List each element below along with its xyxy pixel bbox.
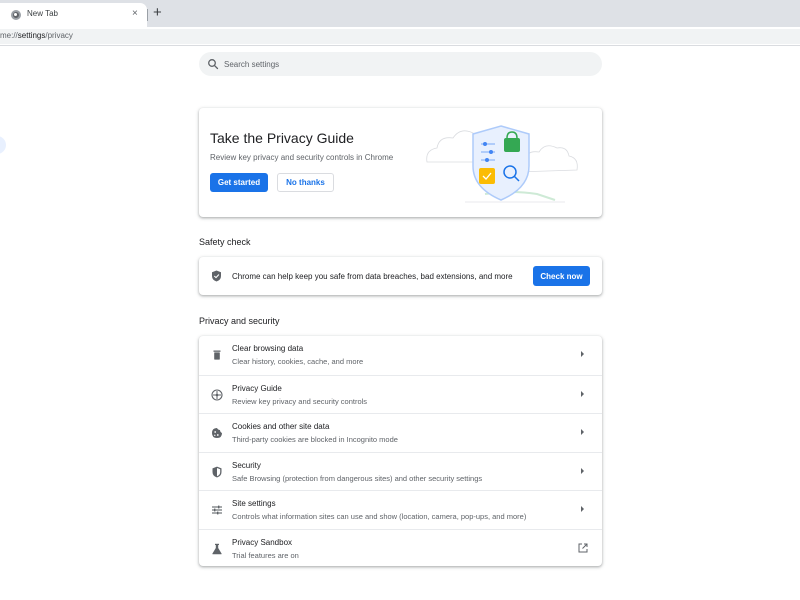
privacy-security-heading: Privacy and security <box>199 316 280 326</box>
item-title: Site settings <box>232 499 276 508</box>
search-input[interactable] <box>224 57 584 71</box>
new-tab-button[interactable]: + <box>153 5 162 20</box>
privacy-guide-promo-card: Take the Privacy Guide Review key privac… <box>199 108 602 217</box>
tab-separator <box>147 9 148 21</box>
get-started-button[interactable]: Get started <box>210 173 268 192</box>
list-item-cookies[interactable]: Cookies and other site data Third-party … <box>199 413 602 452</box>
cookie-icon <box>212 428 222 438</box>
url-path: /privacy <box>45 31 73 40</box>
list-item-site-settings[interactable]: Site settings Controls what information … <box>199 490 602 529</box>
arrow-right-icon <box>581 467 584 474</box>
arrow-right-icon <box>581 390 584 397</box>
item-title: Clear browsing data <box>232 344 304 353</box>
item-subtitle: Review key privacy and security controls <box>232 396 368 406</box>
tab-new-tab[interactable]: New Tab × <box>0 3 147 27</box>
no-thanks-button[interactable]: No thanks <box>277 173 334 192</box>
flask-icon <box>212 543 222 554</box>
list-item-privacy-guide[interactable]: Privacy Guide Review key privacy and sec… <box>199 374 602 414</box>
item-subtitle: Controls what information sites can use … <box>232 512 527 521</box>
tab-title: New Tab <box>27 9 58 18</box>
chrome-icon <box>11 10 21 20</box>
url-host: settings <box>17 31 46 40</box>
url-text: me://settings/privacy <box>0 31 73 40</box>
arrow-right-icon <box>581 506 584 512</box>
tab-close-button[interactable]: × <box>132 8 138 20</box>
compass-icon <box>211 388 223 401</box>
trash-icon <box>213 350 221 360</box>
list-item-security[interactable]: Security Safe Browsing (protection from … <box>199 451 602 491</box>
tune-icon <box>212 505 222 515</box>
safety-check-description: Chrome can help keep you safe from data … <box>232 272 513 281</box>
item-subtitle: Trial features are on <box>232 550 299 560</box>
arrow-right-icon <box>581 429 584 435</box>
list-item-clear-browsing-data[interactable]: Clear browsing data Clear history, cooki… <box>199 336 602 375</box>
item-subtitle: Third-party cookies are blocked in Incog… <box>232 435 398 444</box>
promo-description: Review key privacy and security controls… <box>210 153 394 162</box>
item-subtitle: Clear history, cookies, cache, and more <box>232 357 364 366</box>
address-bar[interactable]: me://settings/privacy <box>0 29 800 44</box>
shield-icon <box>212 466 222 477</box>
safety-check-card: Chrome can help keep you safe from data … <box>199 257 602 295</box>
item-subtitle: Safe Browsing (protection from dangerous… <box>232 473 483 483</box>
search-box[interactable] <box>199 52 602 76</box>
shield-check-icon <box>212 270 221 282</box>
privacy-security-list: Clear browsing data Clear history, cooki… <box>199 336 602 566</box>
item-title: Security <box>232 460 261 470</box>
arrow-right-icon <box>581 351 584 357</box>
browser-toolbar: me://settings/privacy <box>0 27 800 46</box>
list-item-privacy-sandbox[interactable]: Privacy Sandbox Trial features are on <box>199 528 602 568</box>
tab-strip: New Tab × + <box>0 0 800 27</box>
safety-check-heading: Safety check <box>199 237 251 247</box>
promo-title: Take the Privacy Guide <box>210 130 354 146</box>
url-prefix: me:// <box>0 31 18 40</box>
item-title: Privacy Guide <box>232 383 282 393</box>
sidebar-selected-indicator <box>0 136 6 154</box>
item-title: Privacy Sandbox <box>232 537 293 547</box>
search-icon <box>208 59 219 70</box>
item-title: Cookies and other site data <box>232 422 330 431</box>
external-link-icon[interactable] <box>578 543 588 553</box>
check-now-button[interactable]: Check now <box>533 266 590 286</box>
privacy-guide-illustration <box>426 125 578 203</box>
